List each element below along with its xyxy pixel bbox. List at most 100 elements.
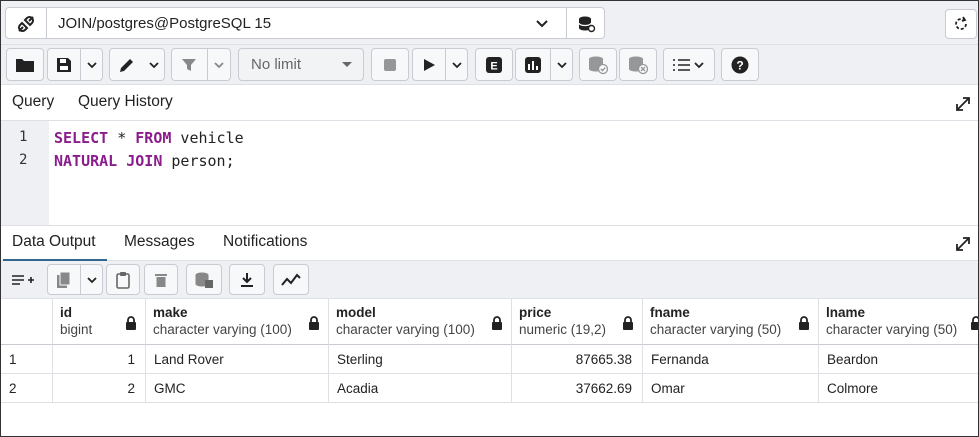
keyword: FROM [135,129,172,147]
output-toolbar [1,261,978,299]
cell-price[interactable]: 87665.38 [512,345,643,374]
edit-split-button[interactable] [109,48,165,81]
lock-icon [970,316,978,330]
expand-icon[interactable] [954,235,972,253]
cell-price[interactable]: 37662.69 [512,374,643,403]
delete-button[interactable] [144,264,178,295]
keyword: JOIN [126,152,163,170]
column-name: price [519,305,552,320]
row-limit-select[interactable]: No limit [238,48,364,81]
chevron-down-icon[interactable] [80,265,102,294]
row-number-header [1,299,53,345]
column-header-price[interactable]: price numeric (19,2) [512,299,643,345]
bar-chart-icon[interactable] [516,49,550,80]
play-icon[interactable] [413,49,445,80]
cell-id[interactable]: 2 [53,374,146,403]
save-data-icon [195,272,213,288]
column-header-model[interactable]: model character varying (100) [329,299,512,345]
add-row-icon [12,274,34,285]
add-row-button[interactable] [5,264,41,295]
lock-icon [622,316,634,330]
rollback-button[interactable] [619,48,657,81]
lock-icon [308,316,320,330]
save-data-button[interactable] [186,264,222,295]
tab-messages[interactable]: Messages [124,233,195,251]
svg-text:E: E [490,60,497,72]
tab-notifications[interactable]: Notifications [223,233,307,251]
stop-button[interactable] [371,48,409,81]
commit-button[interactable] [579,48,617,81]
cell-id[interactable]: 1 [53,345,146,374]
trash-icon [155,273,167,287]
connection-selector[interactable]: JOIN/postgres@PostgreSQL 15 [5,7,605,39]
paste-button[interactable] [106,264,140,295]
row-limit-value: No limit [251,56,302,73]
lock-icon [491,316,503,330]
pencil-icon[interactable] [110,49,145,80]
output-tabs: Data Output Messages Notifications [1,225,978,262]
column-header-id[interactable]: id bigint [53,299,146,345]
cell-make[interactable]: GMC [146,374,329,403]
chevron-down-icon[interactable] [80,49,102,80]
download-button[interactable] [229,264,265,295]
table-row[interactable]: 1 1 Land Rover Sterling 87665.38 Fernand… [1,345,978,374]
code-line-1: SELECT * FROM vehicle [54,129,244,147]
svg-text:?: ? [736,58,743,72]
tab-query-history[interactable]: Query History [78,93,173,111]
table-row[interactable]: 2 2 GMC Acadia 37662.69 Omar Colmore [1,374,978,403]
code-text: vehicle [171,129,244,147]
tab-query[interactable]: Query [12,93,54,111]
caret-down-icon [341,57,353,73]
query-tool-window: JOIN/postgres@PostgreSQL 15 No limit E ?… [0,0,979,437]
cell-lname[interactable]: Colmore [819,374,978,403]
chevron-down-icon[interactable] [550,49,572,80]
copy-split-button[interactable] [47,264,103,295]
row-number: 2 [1,374,53,403]
tab-data-output[interactable]: Data Output [12,233,96,251]
cell-lname[interactable]: Beardon [819,345,978,374]
column-type: character varying (100) [336,322,475,337]
query-toolbar: No limit E ? [1,45,978,85]
filter-split-button[interactable] [171,48,231,81]
column-header-fname[interactable]: fname character varying (50) [643,299,819,345]
cell-model[interactable]: Sterling [329,345,512,374]
save-icon[interactable] [48,49,80,80]
data-grid: id bigint make character varying (100) m… [1,299,978,436]
rollback-icon [629,56,649,74]
line-number: 2 [19,152,28,168]
expand-icon[interactable] [954,95,972,113]
list-icon[interactable] [664,49,714,80]
cell-fname[interactable]: Omar [643,374,819,403]
help-button[interactable]: ? [721,48,759,81]
copy-icon[interactable] [48,265,80,294]
explain-button[interactable]: E [475,48,513,81]
open-file-button[interactable] [6,48,44,81]
code-text: person; [162,152,235,170]
chevron-down-icon[interactable] [445,49,467,80]
help-icon: ? [731,56,749,73]
sql-editor[interactable]: 1 2 SELECT * FROM vehicle NATURAL JOIN p… [1,121,978,225]
column-header-lname[interactable]: lname character varying (50) [819,299,978,345]
explain-analyze-split-button[interactable] [515,48,573,81]
filter-icon[interactable] [172,49,207,80]
macros-split-button[interactable] [663,48,715,81]
database-icon[interactable] [576,14,596,34]
column-type: character varying (50) [650,322,782,337]
column-type: bigint [60,322,93,337]
line-chart-icon [281,272,301,286]
cell-model[interactable]: Acadia [329,374,512,403]
keyword: NATURAL [54,152,118,170]
column-header-make[interactable]: make character varying (100) [146,299,329,345]
connection-bar: JOIN/postgres@PostgreSQL 15 [1,1,978,45]
refresh-button[interactable] [945,9,977,39]
chevron-down-icon[interactable] [145,49,164,80]
execute-split-button[interactable] [412,48,468,81]
cell-fname[interactable]: Fernanda [643,345,819,374]
chevron-down-icon[interactable] [534,15,550,31]
save-split-button[interactable] [47,48,103,81]
row-number: 1 [1,345,53,374]
cell-make[interactable]: Land Rover [146,345,329,374]
chevron-down-icon[interactable] [206,49,230,80]
graph-visualiser-button[interactable] [273,264,309,295]
